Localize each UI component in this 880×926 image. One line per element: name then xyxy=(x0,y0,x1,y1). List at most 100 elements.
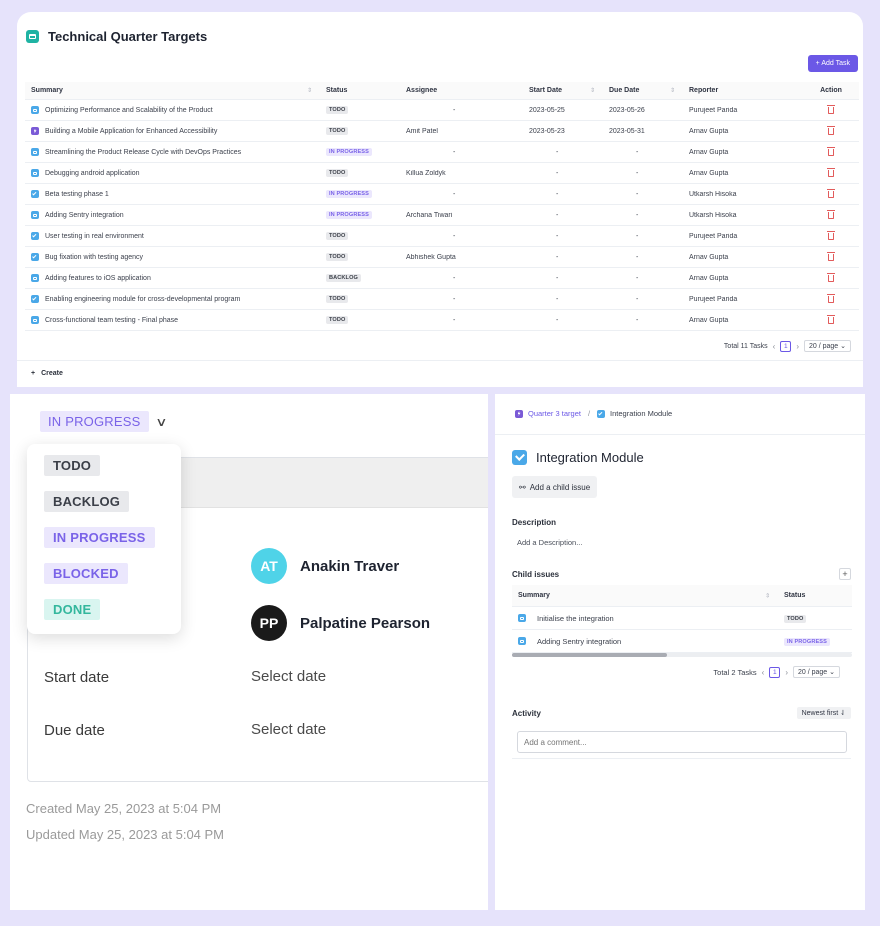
table-row[interactable]: Bug fixation with testing agency TODO Abhi… xyxy=(25,247,859,268)
col-due-date[interactable]: Due Date ⇕ xyxy=(603,82,683,100)
col-start-date[interactable]: Start Date ⇕ xyxy=(523,82,603,100)
status-option-in-progress[interactable]: IN PROGRESS xyxy=(44,527,155,548)
assignee-value[interactable]: Abhishek Gupta xyxy=(406,254,456,261)
comment-input[interactable] xyxy=(517,731,847,753)
child-col-status: Status xyxy=(784,592,806,599)
assignee-value[interactable]: Amit Patel xyxy=(406,128,438,135)
status-badge[interactable]: TODO xyxy=(326,295,349,303)
table-row[interactable]: Adding Sentry integration IN PROGRESS xyxy=(512,630,852,653)
trash-icon[interactable] xyxy=(827,146,835,156)
sort-icon[interactable]: ⇕ xyxy=(765,592,770,599)
reporter-row[interactable]: PP Palpatine Pearson xyxy=(251,605,430,641)
trash-icon[interactable] xyxy=(827,251,835,261)
trash-icon[interactable] xyxy=(827,188,835,198)
due-date-value: - xyxy=(636,148,639,156)
summary-text[interactable]: Enabling engineering module for cross-de… xyxy=(45,296,240,303)
assignee-value[interactable]: - xyxy=(453,149,455,156)
status-badge[interactable]: TODO xyxy=(326,106,349,114)
scrollbar-thumb[interactable] xyxy=(512,653,667,657)
summary-text[interactable]: Building a Mobile Application for Enhanc… xyxy=(45,128,217,135)
assignee-value[interactable]: - xyxy=(453,191,455,198)
child-col-summary[interactable]: Summary ⇕ xyxy=(512,592,778,599)
table-row[interactable]: Cross-functional team testing - Final ph… xyxy=(25,310,859,331)
breadcrumb-parent-link[interactable]: Quarter 3 target xyxy=(528,409,581,418)
table-row[interactable]: Adding Sentry integration IN PROGRESS Arch… xyxy=(25,205,859,226)
due-date-picker[interactable]: Select date xyxy=(251,721,326,738)
reporter-value: Utkarsh Hisoka xyxy=(689,211,737,219)
trash-icon[interactable] xyxy=(827,272,835,282)
page-number[interactable]: 1 xyxy=(769,666,781,678)
horizontal-scrollbar[interactable] xyxy=(512,653,852,657)
summary-text[interactable]: User testing in real environment xyxy=(45,233,144,240)
add-child-issue-button[interactable]: ⚯ Add a child issue xyxy=(512,476,598,498)
page-size-select[interactable]: 20 / page ⌄ xyxy=(792,666,840,678)
issue-title[interactable]: Integration Module xyxy=(536,450,644,465)
assignee-value[interactable]: Killua Zoldyk xyxy=(406,170,446,177)
status-badge[interactable]: IN PROGRESS xyxy=(326,190,372,198)
chevron-down-icon[interactable]: ∨ xyxy=(155,415,167,429)
assignee-value[interactable]: Archana Tiwari xyxy=(406,212,452,219)
total-count: Total 11 Tasks xyxy=(723,342,768,350)
create-button[interactable]: + Create xyxy=(31,370,63,377)
status-badge[interactable]: IN PROGRESS xyxy=(326,148,372,156)
table-row[interactable]: Adding features to iOS application BACKLO… xyxy=(25,268,859,289)
trash-icon[interactable] xyxy=(827,167,835,177)
add-child-plus-icon[interactable]: + xyxy=(839,568,851,580)
assignee-row[interactable]: AT Anakin Traver xyxy=(251,548,399,584)
table-row[interactable]: User testing in real environment TODO - - - P… xyxy=(25,226,859,247)
status-option-blocked[interactable]: BLOCKED xyxy=(44,563,128,584)
table-row[interactable]: Debugging android application TODO Killua … xyxy=(25,163,859,184)
status-badge[interactable]: TODO xyxy=(326,316,349,324)
page-number[interactable]: 1 xyxy=(780,340,792,352)
current-status-badge[interactable]: IN PROGRESS xyxy=(40,411,149,432)
description-field[interactable]: Add a Description... xyxy=(517,538,582,547)
trash-icon[interactable] xyxy=(827,125,835,135)
status-badge[interactable]: TODO xyxy=(326,253,349,261)
status-badge[interactable]: BACKLOG xyxy=(326,274,361,282)
trash-icon[interactable] xyxy=(827,209,835,219)
next-page-icon[interactable]: › xyxy=(785,668,788,677)
table-row[interactable]: Building a Mobile Application for Enhanc… xyxy=(25,121,859,142)
trash-icon[interactable] xyxy=(827,314,835,324)
summary-text[interactable]: Cross-functional team testing - Final ph… xyxy=(45,317,178,324)
page-size-select[interactable]: 20 / page ⌄ xyxy=(803,340,851,352)
next-page-icon[interactable]: › xyxy=(796,342,799,351)
trash-icon[interactable] xyxy=(827,230,835,240)
sort-icon[interactable]: ⇕ xyxy=(307,82,312,100)
summary-text[interactable]: Bug fixation with testing agency xyxy=(45,254,143,261)
assignee-value[interactable]: - xyxy=(453,275,455,282)
status-badge[interactable]: TODO xyxy=(326,127,349,135)
assignee-value[interactable]: - xyxy=(453,233,455,240)
table-row[interactable]: Optimizing Performance and Scalability o… xyxy=(25,100,859,121)
summary-text[interactable]: Adding features to iOS application xyxy=(45,275,151,282)
status-option-done[interactable]: DONE xyxy=(44,599,101,620)
status-option-todo[interactable]: TODO xyxy=(44,455,101,476)
table-row[interactable]: Streamlining the Product Release Cycle w… xyxy=(25,142,859,163)
prev-page-icon[interactable]: ‹ xyxy=(773,342,776,351)
status-selector[interactable]: IN PROGRESS ∨ xyxy=(40,411,167,432)
table-row[interactable]: Initialise the integration TODO xyxy=(512,607,852,630)
summary-text[interactable]: Beta testing phase 1 xyxy=(45,191,109,198)
status-badge[interactable]: IN PROGRESS xyxy=(326,211,372,219)
prev-page-icon[interactable]: ‹ xyxy=(762,668,765,677)
col-summary[interactable]: Summary ⇕ xyxy=(25,82,320,100)
trash-icon[interactable] xyxy=(827,104,835,114)
summary-text[interactable]: Optimizing Performance and Scalability o… xyxy=(45,107,213,114)
status-badge[interactable]: TODO xyxy=(326,232,349,240)
add-task-button[interactable]: + Add Task xyxy=(807,55,858,72)
sort-icon[interactable]: ⇕ xyxy=(590,82,595,100)
table-row[interactable]: Enabling engineering module for cross-de… xyxy=(25,289,859,310)
start-date-picker[interactable]: Select date xyxy=(251,668,326,685)
summary-text[interactable]: Adding Sentry integration xyxy=(45,212,124,219)
status-option-backlog[interactable]: BACKLOG xyxy=(44,491,130,512)
sort-icon[interactable]: ⇕ xyxy=(670,82,675,100)
assignee-value[interactable]: - xyxy=(453,317,455,324)
assignee-value[interactable]: - xyxy=(453,107,455,114)
sort-order-button[interactable]: Newest first ⇃ xyxy=(796,707,851,719)
assignee-value[interactable]: - xyxy=(453,296,455,303)
summary-text[interactable]: Streamlining the Product Release Cycle w… xyxy=(45,149,241,156)
trash-icon[interactable] xyxy=(827,293,835,303)
status-badge[interactable]: TODO xyxy=(326,169,349,177)
table-row[interactable]: Beta testing phase 1 IN PROGRESS - - - Utkars… xyxy=(25,184,859,205)
summary-text[interactable]: Debugging android application xyxy=(45,170,140,177)
